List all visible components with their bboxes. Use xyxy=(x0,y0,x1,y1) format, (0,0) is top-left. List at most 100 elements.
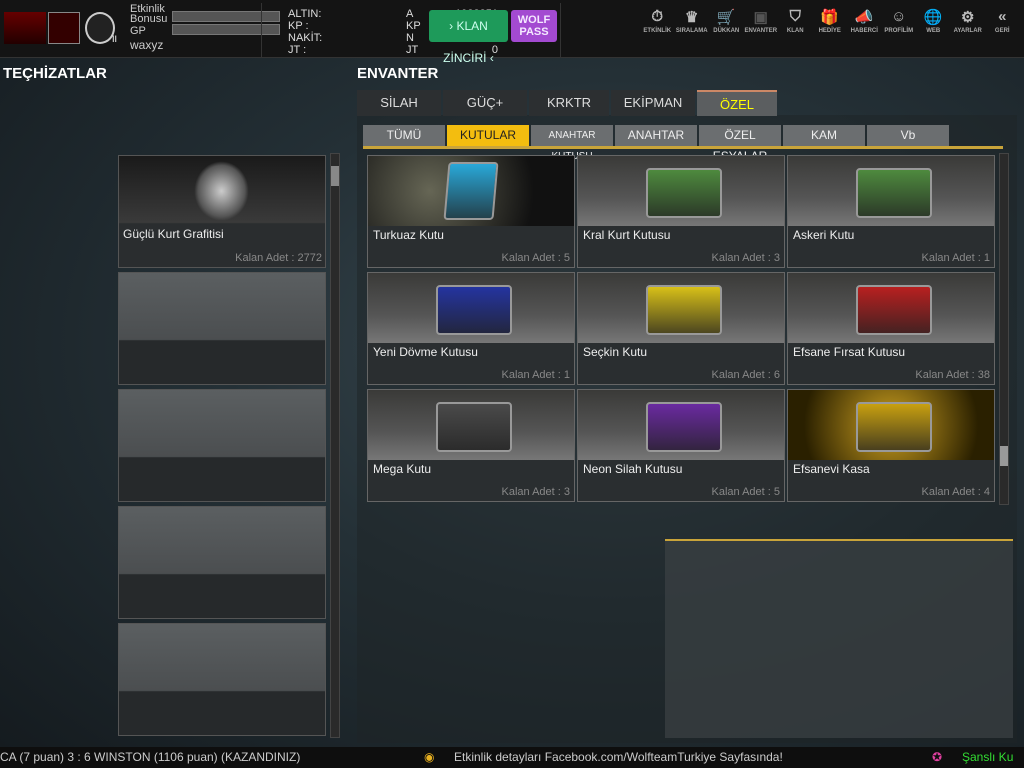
star-icon: ✪ xyxy=(932,750,943,764)
event-bonus-label: Etkinlik Bonusu xyxy=(130,3,168,25)
currency-unit: A xyxy=(406,8,414,20)
game-logo xyxy=(4,12,46,44)
item-name: Efsanevi Kasa xyxy=(793,462,870,476)
nav-label: AYARLAR xyxy=(953,28,982,34)
klan-zinciri-button[interactable]: › KLAN ZİNCİRİ ‹ xyxy=(429,10,508,65)
inventory-item[interactable]: Mega Kutu Kalan Adet : 3 xyxy=(367,389,575,502)
inventory-item[interactable]: Yeni Dövme Kutusu Kalan Adet : 1 xyxy=(367,272,575,385)
top-nav: ⏱ ETKİNLİK ♛ SIRALAMA 🛒 DÜKKAN ▣ ENVANTER ⛉ KLAN 🎁… xyxy=(640,8,1020,34)
item-image xyxy=(368,390,574,460)
item-name: Güçlü Kurt Grafitisi xyxy=(123,227,224,241)
nav-label: HEDİYE xyxy=(818,28,841,34)
left-scrollbar[interactable] xyxy=(330,153,340,738)
item-name: Efsane Fırsat Kutusu xyxy=(793,345,906,359)
ayarlar-icon: ⚙ xyxy=(961,9,975,26)
nav-label: SIRALAMA xyxy=(675,28,708,34)
item-image xyxy=(578,390,784,460)
nav-label: GERİ xyxy=(994,28,1010,34)
inventory-item[interactable]: Efsanevi Kasa Kalan Adet : 4 xyxy=(787,389,995,502)
item-name: Mega Kutu xyxy=(373,462,432,476)
news-ticker: CA (7 puan) 3 : 6 WINSTON (1106 puan) (K… xyxy=(0,747,1024,768)
equipment-title: TEÇHİZATLAR xyxy=(3,65,107,82)
inventory-item[interactable]: Efsane Fırsat Kutusu Kalan Adet : 38 xyxy=(787,272,995,385)
nav-profi̇li̇m[interactable]: ☺ PROFİLİM xyxy=(882,8,917,34)
item-name: Kral Kurt Kutusu xyxy=(583,228,671,242)
nav-dükkan[interactable]: 🛒 DÜKKAN xyxy=(709,8,744,34)
nav-siralama[interactable]: ♛ SIRALAMA xyxy=(675,8,710,34)
currency-label: JT : xyxy=(288,44,307,56)
crate-icon xyxy=(856,402,932,452)
item-image xyxy=(578,273,784,343)
nav-envanter[interactable]: ▣ ENVANTER xyxy=(744,8,779,34)
inventory-item[interactable]: Seçkin Kutu Kalan Adet : 6 xyxy=(577,272,785,385)
tab-1[interactable]: GÜÇ+ xyxy=(443,90,527,116)
item-count: Kalan Adet : 3 xyxy=(711,252,781,264)
wolf-graffiti-icon xyxy=(194,161,249,221)
etki̇nli̇k-icon: ⏱ xyxy=(651,8,664,25)
ticker-event-info: Etkinlik detayları Facebook.com/Wolfteam… xyxy=(454,750,783,764)
item-count: Kalan Adet : 38 xyxy=(915,369,990,381)
hedi̇ye-icon: 🎁 xyxy=(820,9,840,26)
haberci̇-icon: 📣 xyxy=(854,9,874,26)
item-name: Yeni Dövme Kutusu xyxy=(373,345,478,359)
subtab-0[interactable]: TÜMÜ xyxy=(363,125,445,146)
subtab-4[interactable]: ÖZEL EŞYALAR xyxy=(699,125,781,163)
equipment-slot-empty[interactable] xyxy=(118,272,326,385)
item-count: Kalan Adet : 5 xyxy=(711,486,781,498)
ticker-match-result: CA (7 puan) 3 : 6 WINSTON (1106 puan) (K… xyxy=(0,750,301,764)
klan-icon: ⛉ xyxy=(789,8,801,25)
inventory-title: ENVANTER xyxy=(357,65,439,82)
nav-ayarlar[interactable]: ⚙ AYARLAR xyxy=(951,8,986,34)
tab-0[interactable]: SİLAH xyxy=(357,90,441,116)
equipment-item[interactable]: Güçlü Kurt Grafitisi Kalan Adet : 2772 xyxy=(118,155,326,268)
nav-etki̇nli̇k[interactable]: ⏱ ETKİNLİK xyxy=(640,8,675,34)
crate-icon xyxy=(856,285,932,335)
item-count: Kalan Adet : 4 xyxy=(921,486,991,498)
grid-scrollbar[interactable] xyxy=(999,153,1009,505)
nav-web[interactable]: 🌐 WEB xyxy=(916,8,951,34)
item-count: Kalan Adet : 3 xyxy=(501,486,571,498)
inventory-item[interactable]: Kral Kurt Kutusu Kalan Adet : 3 xyxy=(577,155,785,268)
clan-emblem[interactable] xyxy=(48,12,80,44)
tab-2[interactable]: KRKTR xyxy=(529,90,609,116)
item-image xyxy=(578,156,784,226)
subtab-5[interactable]: KAM xyxy=(783,125,865,146)
item-image xyxy=(788,390,994,460)
nav-geri̇[interactable]: « GERİ xyxy=(985,8,1020,34)
currency-label: NAKİT: xyxy=(288,32,323,44)
nav-hedi̇ye[interactable]: 🎁 HEDİYE xyxy=(813,8,848,34)
info-icon: ◉ xyxy=(424,750,435,764)
nav-label: HABERCİ xyxy=(850,28,878,34)
equipment-slot-empty[interactable] xyxy=(118,389,326,502)
envanter-icon: ▣ xyxy=(753,9,768,26)
ticker-lucky: Şanslı Ku xyxy=(962,750,1014,764)
inventory-item[interactable]: Neon Silah Kutusu Kalan Adet : 5 xyxy=(577,389,785,502)
item-name: Neon Silah Kutusu xyxy=(583,462,683,476)
nav-label: WEB xyxy=(926,28,941,34)
inventory-item[interactable]: Turkuaz Kutu Kalan Adet : 5 xyxy=(367,155,575,268)
wolf-pass-button[interactable]: WOLF PASS xyxy=(511,10,557,42)
siralama-icon: ♛ xyxy=(685,9,699,26)
subtab-1[interactable]: KUTULAR xyxy=(447,125,529,146)
item-name: Askeri Kutu xyxy=(793,228,855,242)
nav-klan[interactable]: ⛉ KLAN xyxy=(778,8,813,34)
tab-3[interactable]: EKİPMAN xyxy=(611,90,695,116)
equipment-slot-empty[interactable] xyxy=(118,506,326,619)
inventory-item[interactable]: Askeri Kutu Kalan Adet : 1 xyxy=(787,155,995,268)
crate-icon xyxy=(856,168,932,218)
item-image xyxy=(788,156,994,226)
mystery-cube-icon xyxy=(443,162,499,220)
item-image xyxy=(788,273,994,343)
subtab-3[interactable]: ANAHTAR xyxy=(615,125,697,146)
crate-icon xyxy=(646,402,722,452)
crate-icon xyxy=(436,402,512,452)
dükkan-icon: 🛒 xyxy=(716,9,736,26)
subcategory-tabs: TÜMÜKUTULARANAHTAR KUTUSUANAHTARÖZEL EŞY… xyxy=(363,125,1003,163)
subtab-6[interactable]: Vb xyxy=(867,125,949,146)
currency-unit: JT xyxy=(406,44,419,56)
tab-4[interactable]: ÖZEL xyxy=(697,90,777,116)
nav-haberci̇[interactable]: 📣 HABERCİ xyxy=(847,8,882,34)
rank-badge: II xyxy=(85,12,117,44)
subtab-2[interactable]: ANAHTAR KUTUSU xyxy=(531,125,613,162)
equipment-slot-empty[interactable] xyxy=(118,623,326,736)
